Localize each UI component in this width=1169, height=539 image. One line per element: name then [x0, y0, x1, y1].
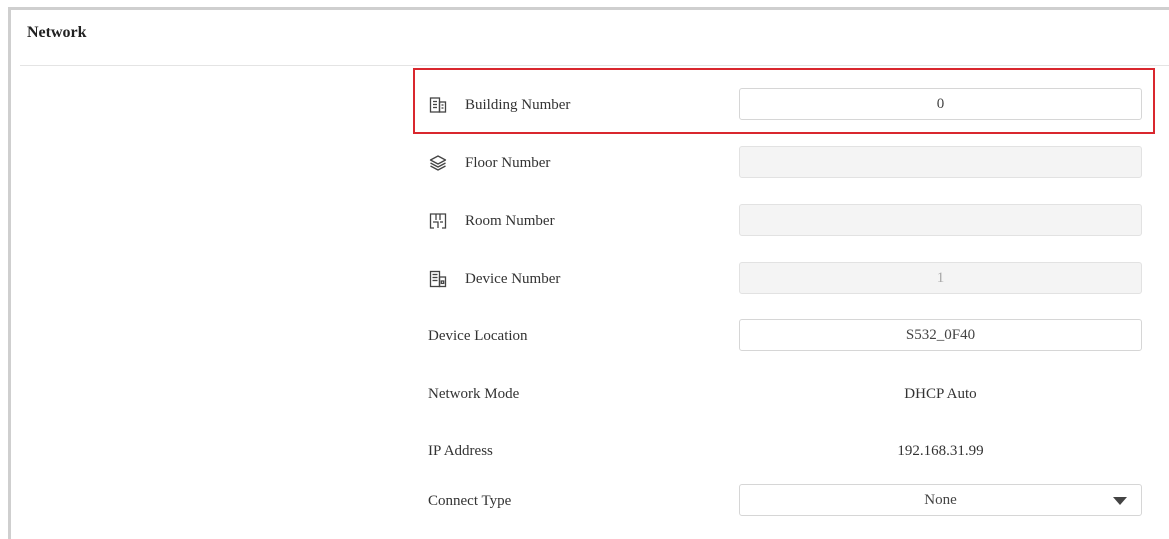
row-connect-type: Connect Type None: [428, 484, 1144, 518]
row-floor-number: Floor Number: [428, 146, 1144, 180]
layers-icon: [428, 153, 448, 173]
ip-address-label: IP Address: [428, 442, 493, 459]
device-icon: [428, 269, 448, 289]
floor-number-label: Floor Number: [465, 154, 551, 171]
connect-type-label: Connect Type: [428, 492, 512, 509]
device-number-label: Device Number: [465, 270, 561, 287]
row-ip-address: IP Address 192.168.31.99: [428, 434, 1144, 468]
network-mode-label: Network Mode: [428, 385, 520, 402]
connect-type-select[interactable]: None: [739, 484, 1142, 516]
room-number-input: [739, 204, 1142, 236]
building-number-label-group: Building Number: [428, 88, 570, 122]
row-network-mode: Network Mode DHCP Auto: [428, 377, 1144, 411]
frame-top-border: [8, 7, 1169, 10]
ip-address-value: 192.168.31.99: [897, 442, 984, 459]
frame-left-border: [8, 7, 11, 539]
dropdown-caret-icon[interactable]: [1113, 497, 1127, 505]
building-number-input[interactable]: 0: [739, 88, 1142, 120]
room-number-label: Room Number: [465, 212, 555, 229]
network-mode-value: DHCP Auto: [904, 385, 977, 402]
floor-number-input: [739, 146, 1142, 178]
header-divider: [20, 65, 1169, 66]
connect-type-selected-value: None: [924, 491, 957, 508]
floor-number-label-group: Floor Number: [428, 146, 550, 180]
device-location-input[interactable]: S532_0F40: [739, 319, 1142, 351]
device-number-input: 1: [739, 262, 1142, 294]
device-location-label: Device Location: [428, 327, 528, 344]
device-number-label-group: Device Number: [428, 262, 560, 296]
row-device-location: Device Location S532_0F40: [428, 319, 1144, 353]
room-number-label-group: Room Number: [428, 204, 555, 238]
row-building-number: Building Number 0: [428, 88, 1144, 122]
row-device-number: Device Number 1: [428, 262, 1144, 296]
room-icon: [428, 211, 448, 231]
row-room-number: Room Number: [428, 204, 1144, 238]
building-icon: [428, 95, 448, 115]
panel-title: Network: [27, 24, 87, 41]
building-number-label: Building Number: [465, 96, 571, 113]
